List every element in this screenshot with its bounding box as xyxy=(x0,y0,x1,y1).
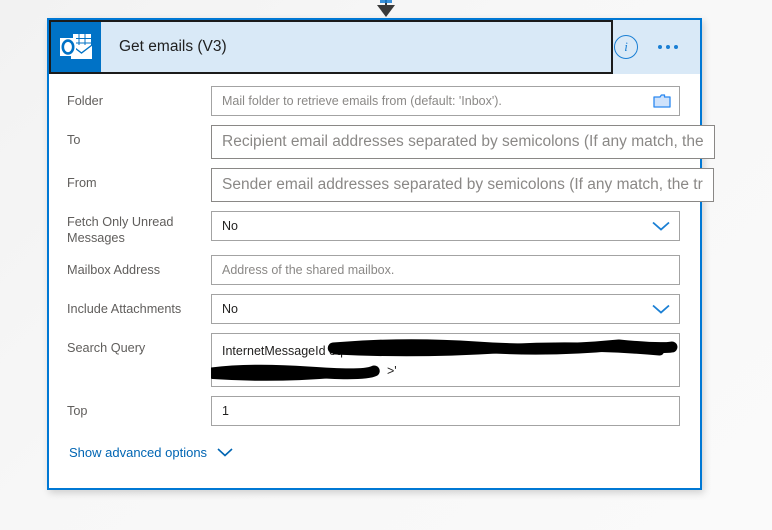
ellipsis-menu-icon[interactable] xyxy=(658,45,678,49)
field-label-from: From xyxy=(67,176,97,190)
field-row-mailbox-address: Mailbox Address Address of the shared ma… xyxy=(67,255,680,285)
mailbox-address-input[interactable]: Address of the shared mailbox. xyxy=(211,255,680,285)
folder-input[interactable]: Mail folder to retrieve emails from (def… xyxy=(211,86,680,116)
search-query-input[interactable]: InternetMessageId eq '< >' xyxy=(205,333,680,387)
from-input[interactable]: Sender email addresses separated by semi… xyxy=(211,168,714,202)
folder-picker-icon[interactable] xyxy=(653,94,671,109)
field-control-top: 1 xyxy=(211,396,680,426)
field-row-to: To Recipient email addresses separated b… xyxy=(67,125,715,159)
field-row-folder: Folder Mail folder to retrieve emails fr… xyxy=(67,86,680,116)
show-advanced-options-label: Show advanced options xyxy=(69,445,208,460)
field-label-mailbox-address: Mailbox Address xyxy=(67,263,161,277)
top-input[interactable]: 1 xyxy=(211,396,680,426)
field-control-include-attachments: No xyxy=(211,294,680,324)
card-body: Folder Mail folder to retrieve emails fr… xyxy=(49,74,715,460)
field-control-fetch-only-unread-messages: No xyxy=(211,211,680,241)
field-row-fetch-only-unread-messages: Fetch Only Unread Messages No xyxy=(67,211,680,246)
card-title: Get emails (V3) xyxy=(119,38,227,55)
field-control-folder: Mail folder to retrieve emails from (def… xyxy=(211,86,680,116)
include-attachments-dropdown[interactable]: No xyxy=(211,294,680,324)
field-row-search-query: Search Query InternetMessageId eq '< >' xyxy=(67,333,680,387)
header-actions: i xyxy=(614,20,700,74)
chevron-down-icon xyxy=(216,447,234,458)
show-advanced-options-button[interactable]: Show advanced options xyxy=(67,445,234,460)
field-label-search-query: Search Query xyxy=(67,341,146,355)
fetch-only-unread-messages-dropdown[interactable]: No xyxy=(211,211,680,241)
field-label-include-attachments: Include Attachments xyxy=(67,302,182,316)
chevron-down-icon[interactable] xyxy=(651,220,671,232)
flow-connector xyxy=(0,0,772,18)
info-icon[interactable]: i xyxy=(614,35,638,59)
field-row-top: Top 1 xyxy=(67,396,680,426)
field-control-to: Recipient email addresses separated by s… xyxy=(211,125,715,159)
chevron-down-icon[interactable] xyxy=(651,303,671,315)
arrow-down-icon xyxy=(377,0,395,17)
field-label-folder: Folder xyxy=(67,94,103,108)
redaction-marks xyxy=(205,333,680,387)
field-control-from: Sender email addresses separated by semi… xyxy=(211,168,714,202)
field-row-include-attachments: Include Attachments No xyxy=(67,294,680,324)
search-query-value: InternetMessageId eq '< xyxy=(222,344,357,358)
field-control-mailbox-address: Address of the shared mailbox. xyxy=(211,255,680,285)
search-query-value-suffix: >' xyxy=(387,364,397,378)
outlook-icon xyxy=(51,22,101,72)
card-header[interactable]: Get emails (V3) i xyxy=(49,20,700,74)
action-card: Get emails (V3) i Folder Mail folder to … xyxy=(47,18,715,490)
field-label-to: To xyxy=(67,133,81,147)
field-label-top: Top xyxy=(67,404,88,418)
field-row-from: From Sender email addresses separated by… xyxy=(67,168,714,202)
field-label-fetch-only-unread-messages: Fetch Only Unread Messages xyxy=(67,215,174,245)
to-input[interactable]: Recipient email addresses separated by s… xyxy=(211,125,715,159)
field-control-search-query: InternetMessageId eq '< >' xyxy=(205,333,680,387)
